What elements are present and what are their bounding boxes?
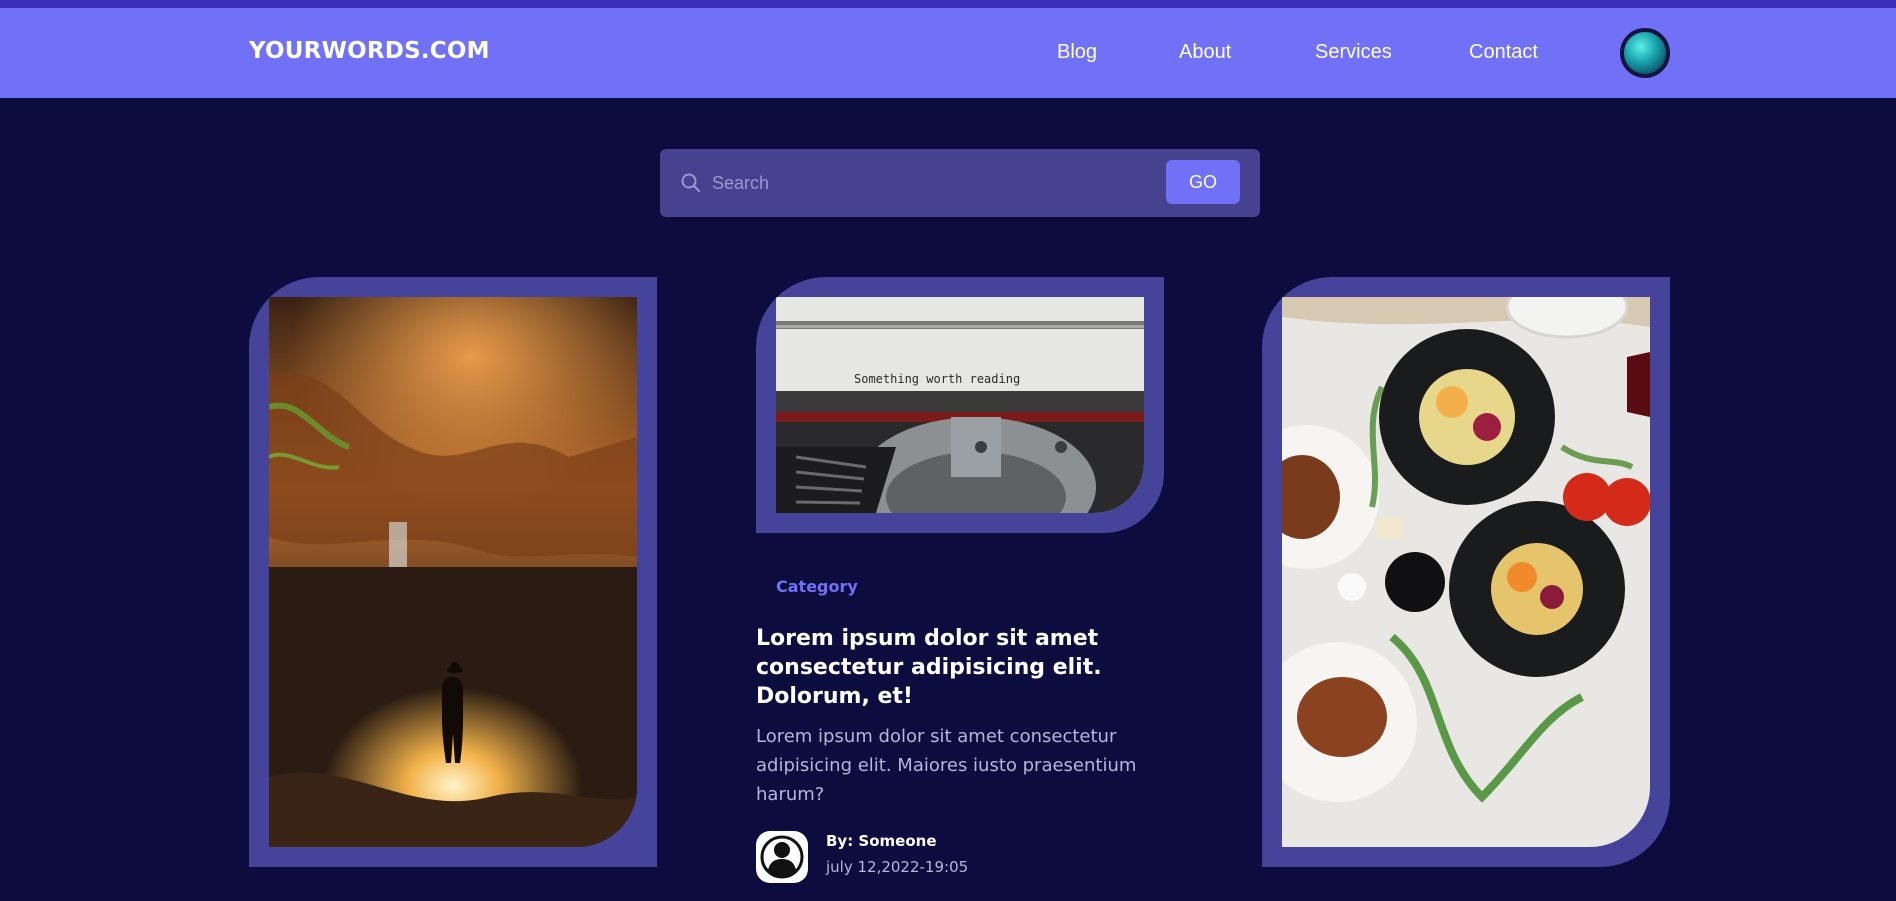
search-go-button[interactable]: GO (1166, 160, 1240, 204)
search-icon (681, 173, 700, 192)
post-card-featured[interactable]: Something worth reading (756, 277, 1164, 533)
nav-link-blog[interactable]: Blog (1057, 41, 1097, 64)
user-avatar[interactable] (1620, 28, 1670, 78)
author-avatar (756, 831, 808, 883)
typewriter-text: Something worth reading (854, 372, 1020, 386)
food-platter-image (1282, 297, 1650, 847)
nav-link-about[interactable]: About (1179, 41, 1231, 64)
avatar-image (1624, 32, 1666, 74)
nav-link-services[interactable]: Services (1315, 41, 1392, 64)
post-card-left[interactable] (249, 277, 657, 867)
typewriter-image: Something worth reading (776, 297, 1144, 513)
search-bar: GO (660, 149, 1260, 217)
post-card-right[interactable] (1262, 277, 1670, 867)
post-title[interactable]: Lorem ipsum dolor sit amet consectetur a… (756, 624, 1136, 711)
post-category[interactable]: Category (776, 577, 858, 596)
post-excerpt: Lorem ipsum dolor sit amet consectetur a… (756, 726, 1137, 805)
top-stripe (0, 0, 1896, 8)
nav-link-contact[interactable]: Contact (1469, 41, 1538, 64)
post-author: By: Someone (826, 832, 937, 850)
search-input[interactable] (712, 163, 1112, 203)
user-silhouette-icon (760, 835, 804, 879)
site-header: YOURWORDS.COM Blog About Services Contac… (0, 8, 1896, 98)
cave-waterfall-image (269, 297, 637, 847)
site-logo[interactable]: YOURWORDS.COM (249, 38, 490, 64)
post-date: july 12,2022-19:05 (826, 858, 969, 876)
